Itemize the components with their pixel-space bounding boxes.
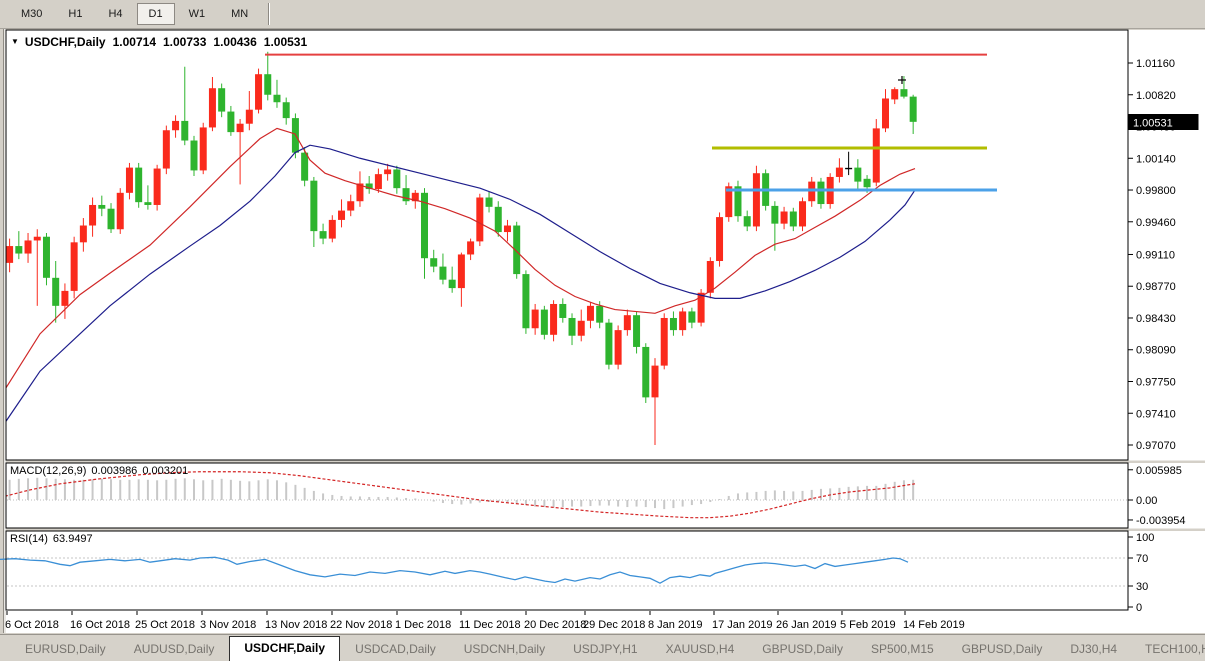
symbol-dropdown-icon[interactable]: ▼	[11, 37, 19, 46]
svg-text:0.99800: 0.99800	[1136, 185, 1176, 197]
svg-text:0.97070: 0.97070	[1136, 440, 1176, 452]
date-label: 16 Oct 2018	[70, 619, 130, 631]
svg-text:30: 30	[1136, 581, 1148, 593]
open-value: 1.00714	[113, 35, 156, 49]
svg-text:0: 0	[1136, 602, 1142, 614]
macd-name: MACD(12,26,9)	[10, 465, 86, 477]
chart-canvas[interactable]: 1.011601.008201.004801.001400.998000.994…	[0, 0, 1205, 661]
svg-text:-0.003954: -0.003954	[1136, 515, 1186, 527]
svg-text:0.99460: 0.99460	[1136, 217, 1176, 229]
macd-signal-value: 0.003201	[142, 465, 188, 477]
svg-text:0.98770: 0.98770	[1136, 281, 1176, 293]
date-label: 8 Jan 2019	[648, 619, 702, 631]
symbol-label: USDCHF,Daily	[25, 35, 106, 49]
current-price-value: 1.00531	[1133, 118, 1173, 130]
svg-text:1.01160: 1.01160	[1136, 58, 1175, 70]
svg-text:1.00820: 1.00820	[1136, 90, 1176, 102]
rsi-value: 63.9497	[53, 533, 93, 545]
chart-symbol-header[interactable]: ▼ USDCHF,Daily 1.00714 1.00733 1.00436 1.0053…	[11, 35, 307, 49]
svg-text:0.97410: 0.97410	[1136, 408, 1176, 420]
svg-text:0.005985: 0.005985	[1136, 465, 1182, 477]
svg-text:70: 70	[1136, 553, 1148, 565]
date-label: 14 Feb 2019	[903, 619, 965, 631]
low-value: 1.00436	[213, 35, 256, 49]
svg-text:0.98430: 0.98430	[1136, 313, 1176, 325]
date-label: 26 Jan 2019	[776, 619, 837, 631]
date-label: 1 Dec 2018	[395, 619, 451, 631]
svg-text:0.98090: 0.98090	[1136, 345, 1176, 357]
date-label: 5 Feb 2019	[840, 619, 896, 631]
date-label: 13 Nov 2018	[265, 619, 327, 631]
svg-text:0.99110: 0.99110	[1136, 249, 1175, 261]
svg-text:0.00: 0.00	[1136, 495, 1157, 507]
mt4-chart-window: M30H1H4D1W1MN 1.011601.008201.004801.001…	[0, 0, 1205, 661]
date-label: 22 Nov 2018	[330, 619, 392, 631]
macd-indicator-label: MACD(12,26,9) 0.003986 0.003201	[10, 465, 188, 477]
rsi-indicator-label: RSI(14) 63.9497	[10, 533, 93, 545]
date-label: 25 Oct 2018	[135, 619, 195, 631]
rsi-name: RSI(14)	[10, 533, 48, 545]
high-value: 1.00733	[163, 35, 206, 49]
date-label: 17 Jan 2019	[712, 619, 773, 631]
close-value: 1.00531	[264, 35, 307, 49]
svg-text:100: 100	[1136, 532, 1154, 544]
date-label: 20 Dec 2018	[524, 619, 586, 631]
macd-main-value: 0.003986	[91, 465, 137, 477]
date-label: 6 Oct 2018	[5, 619, 59, 631]
svg-text:0.97750: 0.97750	[1136, 376, 1176, 388]
svg-text:1.00140: 1.00140	[1136, 153, 1176, 165]
date-label: 11 Dec 2018	[459, 619, 521, 631]
date-label: 29 Dec 2018	[583, 619, 645, 631]
date-label: 3 Nov 2018	[200, 619, 256, 631]
